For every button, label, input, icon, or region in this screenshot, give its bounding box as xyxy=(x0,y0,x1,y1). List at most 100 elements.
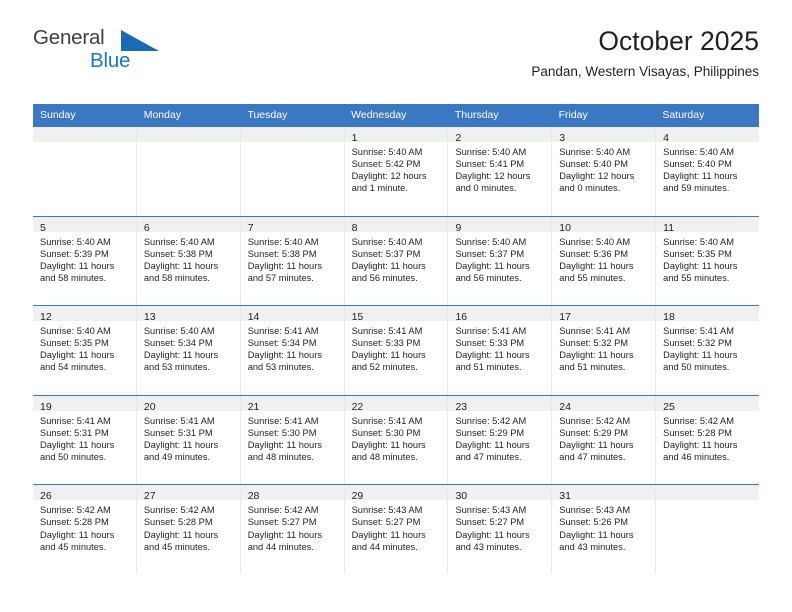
day-number: 24 xyxy=(559,400,571,413)
sunset-text: Sunset: 5:35 PM xyxy=(663,248,732,259)
sunrise-text: Sunrise: 5:42 AM xyxy=(455,415,527,426)
day-details: Sunrise: 5:40 AM Sunset: 5:35 PM Dayligh… xyxy=(656,232,759,284)
day-cell[interactable]: 21 Sunrise: 5:41 AM Sunset: 5:30 PM Dayl… xyxy=(240,395,345,485)
sunset-text: Sunset: 5:33 PM xyxy=(455,338,525,349)
day-number: 3 xyxy=(559,132,566,144)
day-number-band: 28 xyxy=(240,485,344,503)
day-number: 13 xyxy=(143,311,156,324)
sunset-text: Sunset: 5:31 PM xyxy=(143,427,213,438)
day-cell[interactable]: 16 Sunrise: 5:41 AM Sunset: 5:33 PM Dayl… xyxy=(448,306,553,395)
day-number-band: 31 xyxy=(552,485,656,502)
day-cell[interactable]: 12 Sunrise: 5:40 AM Sunset: 5:35 PM Dayl… xyxy=(33,306,137,395)
page-title: October 2025 xyxy=(598,26,759,56)
day-number-band: 15 xyxy=(344,306,448,323)
sunrise-text: Sunrise: 5:42 AM xyxy=(143,505,215,516)
day-details: Sunrise: 5:40 AM Sunset: 5:35 PM Dayligh… xyxy=(33,321,136,373)
day-number-band xyxy=(240,127,344,142)
day-cell[interactable]: 10 Sunrise: 5:40 AM Sunset: 5:36 PM Dayl… xyxy=(552,216,657,306)
daylight-text-line1: Daylight: 11 hours xyxy=(455,350,530,361)
daylight-text-line1: Daylight: 11 hours xyxy=(247,350,322,361)
daylight-text-line1: Daylight: 11 hours xyxy=(455,439,530,450)
day-cell[interactable]: 8 Sunrise: 5:40 AM Sunset: 5:37 PM Dayli… xyxy=(344,216,449,306)
week-row: 1 Sunrise: 5:40 AM Sunset: 5:42 PM Dayli… xyxy=(33,126,760,216)
day-cell[interactable]: 28 Sunrise: 5:42 AM Sunset: 5:27 PM Dayl… xyxy=(240,485,345,574)
sunset-text: Sunset: 5:30 PM xyxy=(247,427,317,438)
day-cell[interactable]: 24 Sunrise: 5:42 AM Sunset: 5:29 PM Dayl… xyxy=(552,395,657,485)
day-number: 28 xyxy=(247,490,260,503)
day-number-band: 30 xyxy=(448,485,552,502)
day-cell[interactable]: 2 Sunrise: 5:40 AM Sunset: 5:41 PM Dayli… xyxy=(448,127,553,216)
daylight-text-line1: Daylight: 11 hours xyxy=(663,350,738,361)
daylight-text-line2: and 54 minutes. xyxy=(40,362,107,373)
day-cell[interactable]: 13 Sunrise: 5:40 AM Sunset: 5:34 PM Dayl… xyxy=(136,306,241,395)
day-number: 9 xyxy=(455,221,462,234)
day-cell[interactable]: 18 Sunrise: 5:41 AM Sunset: 5:32 PM Dayl… xyxy=(656,306,760,395)
sunrise-text: Sunrise: 5:40 AM xyxy=(559,147,631,157)
day-cell[interactable]: 23 Sunrise: 5:42 AM Sunset: 5:29 PM Dayl… xyxy=(448,395,553,485)
day-cell[interactable]: 31 Sunrise: 5:43 AM Sunset: 5:26 PM Dayl… xyxy=(552,485,657,574)
day-number: 11 xyxy=(663,221,675,234)
day-cell[interactable] xyxy=(240,127,345,216)
day-number-band: 7 xyxy=(240,216,344,234)
day-details: Sunrise: 5:40 AM Sunset: 5:42 PM Dayligh… xyxy=(345,142,448,194)
day-number: 12 xyxy=(40,311,52,324)
day-number-band: 13 xyxy=(136,306,240,324)
daylight-text-line1: Daylight: 11 hours xyxy=(559,529,634,540)
daylight-text-line1: Daylight: 11 hours xyxy=(455,529,530,540)
day-cell[interactable]: 22 Sunrise: 5:41 AM Sunset: 5:30 PM Dayl… xyxy=(344,395,449,485)
day-number-band: 17 xyxy=(552,306,656,323)
day-cell[interactable]: 7 Sunrise: 5:40 AM Sunset: 5:38 PM Dayli… xyxy=(240,216,345,306)
day-cell[interactable]: 4 Sunrise: 5:40 AM Sunset: 5:40 PM Dayli… xyxy=(656,127,760,216)
sunset-text: Sunset: 5:37 PM xyxy=(455,248,525,259)
daylight-text-line2: and 56 minutes. xyxy=(455,272,522,283)
day-cell[interactable]: 9 Sunrise: 5:40 AM Sunset: 5:37 PM Dayli… xyxy=(448,216,553,306)
day-cell[interactable] xyxy=(136,127,241,216)
daylight-text-line2: and 0 minutes. xyxy=(559,183,621,194)
day-number: 27 xyxy=(143,490,156,503)
day-cell[interactable]: 11 Sunrise: 5:40 AM Sunset: 5:35 PM Dayl… xyxy=(656,216,760,306)
day-cell[interactable]: 26 Sunrise: 5:42 AM Sunset: 5:28 PM Dayl… xyxy=(33,485,137,574)
day-number: 22 xyxy=(351,400,364,413)
daylight-text-line1: Daylight: 11 hours xyxy=(247,260,322,271)
day-cell[interactable]: 6 Sunrise: 5:40 AM Sunset: 5:38 PM Dayli… xyxy=(136,216,241,306)
title-block: October 2025 Pandan, Western Visayas, Ph… xyxy=(531,26,759,80)
daylight-text-line2: and 53 minutes. xyxy=(247,362,314,373)
sunrise-text: Sunrise: 5:41 AM xyxy=(40,415,111,426)
day-cell[interactable]: 5 Sunrise: 5:40 AM Sunset: 5:39 PM Dayli… xyxy=(33,216,137,306)
sunset-text: Sunset: 5:31 PM xyxy=(40,427,109,438)
weekday-header-wednesday: Wednesday xyxy=(351,109,407,121)
day-details: Sunrise: 5:40 AM Sunset: 5:37 PM Dayligh… xyxy=(448,232,551,284)
sunrise-text: Sunrise: 5:41 AM xyxy=(455,326,527,337)
sunrise-text: Sunrise: 5:40 AM xyxy=(143,326,215,337)
day-number: 18 xyxy=(663,311,675,324)
day-details: Sunrise: 5:43 AM Sunset: 5:27 PM Dayligh… xyxy=(448,500,551,552)
sunrise-text: Sunrise: 5:40 AM xyxy=(247,236,319,247)
day-cell[interactable]: 30 Sunrise: 5:43 AM Sunset: 5:27 PM Dayl… xyxy=(448,485,553,574)
day-cell[interactable]: 27 Sunrise: 5:42 AM Sunset: 5:28 PM Dayl… xyxy=(136,485,241,574)
day-number: 16 xyxy=(455,311,468,324)
sunrise-text: Sunrise: 5:41 AM xyxy=(351,326,423,337)
week-row: 19 Sunrise: 5:41 AM Sunset: 5:31 PM Dayl… xyxy=(33,394,760,485)
daylight-text-line1: Daylight: 12 hours xyxy=(455,171,531,182)
weekday-header-friday: Friday xyxy=(558,109,588,121)
day-cell[interactable]: 20 Sunrise: 5:41 AM Sunset: 5:31 PM Dayl… xyxy=(136,395,241,485)
day-cell[interactable]: 3 Sunrise: 5:40 AM Sunset: 5:40 PM Dayli… xyxy=(552,127,657,216)
daylight-text-line2: and 55 minutes. xyxy=(559,272,626,283)
day-cell[interactable]: 19 Sunrise: 5:41 AM Sunset: 5:31 PM Dayl… xyxy=(33,395,137,485)
day-number-band: 4 xyxy=(656,127,760,144)
day-cell[interactable]: 1 Sunrise: 5:40 AM Sunset: 5:42 PM Dayli… xyxy=(344,127,449,216)
day-cell[interactable]: 25 Sunrise: 5:42 AM Sunset: 5:28 PM Dayl… xyxy=(656,395,760,485)
day-cell[interactable]: 15 Sunrise: 5:41 AM Sunset: 5:33 PM Dayl… xyxy=(344,306,449,395)
daylight-text-line2: and 50 minutes. xyxy=(663,362,730,373)
day-cell[interactable]: 14 Sunrise: 5:41 AM Sunset: 5:34 PM Dayl… xyxy=(240,306,345,395)
day-cell[interactable] xyxy=(33,127,137,216)
day-cell[interactable] xyxy=(656,485,760,574)
daylight-text-line1: Daylight: 11 hours xyxy=(559,439,634,450)
day-cell[interactable]: 17 Sunrise: 5:41 AM Sunset: 5:32 PM Dayl… xyxy=(552,306,657,395)
day-details: Sunrise: 5:40 AM Sunset: 5:37 PM Dayligh… xyxy=(345,232,448,284)
day-cell[interactable]: 29 Sunrise: 5:43 AM Sunset: 5:27 PM Dayl… xyxy=(344,485,449,574)
daylight-text-line1: Daylight: 11 hours xyxy=(663,260,738,271)
daylight-text-line2: and 52 minutes. xyxy=(351,362,418,373)
day-number-band: 14 xyxy=(240,306,344,323)
day-number-band: 29 xyxy=(344,485,448,502)
